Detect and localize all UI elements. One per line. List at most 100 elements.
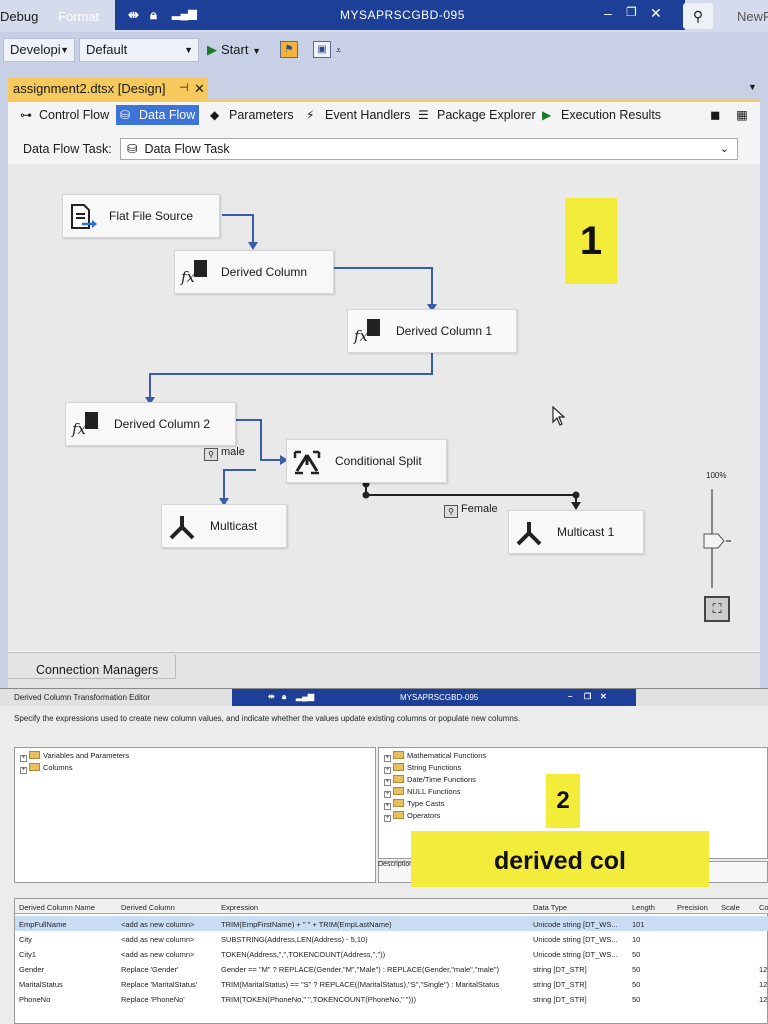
path-handle[interactable] [572, 491, 580, 499]
tree-item-string[interactable]: + String Functions [384, 763, 461, 774]
col-header[interactable]: Data Type [533, 903, 629, 912]
cell-expression[interactable]: SUBSTRING(Address,LEN(Address) - 5,10) [221, 935, 531, 944]
expand-icon[interactable]: + [384, 803, 391, 810]
cell-expression[interactable]: Gender == "M" ? REPLACE(Gender,"M","Male… [221, 965, 531, 974]
menu-format[interactable]: Format [58, 9, 99, 24]
cell-expression[interactable]: TRIM(TOKEN(PhoneNo," ",TOKENCOUNT(PhoneN… [221, 995, 531, 1004]
expand-icon[interactable]: + [384, 815, 391, 822]
multicast-1-node[interactable]: Multicast 1 [508, 510, 644, 554]
platform-combo[interactable]: Default ▼ [79, 38, 199, 62]
col-header[interactable]: Derived Column Name [19, 903, 119, 912]
zoom-slider-thumb[interactable] [703, 533, 725, 549]
cell-datatype[interactable]: Unicode string [DT_WS... [533, 935, 629, 944]
cell-expression[interactable]: TRIM(EmpFirstName) + " " + TRIM(EmpLastN… [221, 920, 531, 929]
col-header[interactable]: Derived Column [121, 903, 219, 912]
cell-derived[interactable]: <add as new column> [121, 935, 219, 944]
expand-icon[interactable]: + [384, 755, 391, 762]
cell-derived[interactable]: <add as new column> [121, 950, 219, 959]
conditional-split-node[interactable]: Conditional Split [286, 439, 447, 483]
table-row[interactable]: EmpFullName <add as new column> TRIM(Emp… [15, 916, 768, 931]
minimize-icon[interactable]: – [604, 5, 612, 21]
multicast-node[interactable]: Multicast [161, 504, 287, 548]
data-flow-canvas[interactable]: Flat File Source fx Derived Column fx De… [8, 164, 760, 651]
close-icon[interactable]: ✕ [650, 5, 662, 22]
path-split-to-multicast[interactable] [223, 469, 256, 498]
restore-icon[interactable]: ❐ [584, 692, 591, 701]
tab-parameters[interactable]: ◆ Parameters [206, 105, 298, 125]
cell-derived[interactable]: Replace 'Gender' [121, 965, 219, 974]
path-derived1-to-derived2[interactable] [149, 350, 433, 397]
path-derived-to-derived1[interactable] [334, 267, 433, 304]
breakpoint-icon[interactable]: ⚑ [280, 41, 298, 58]
cell-datatype[interactable]: string [DT_STR] [533, 965, 629, 974]
col-header[interactable]: Length [632, 903, 672, 912]
expand-icon[interactable]: + [20, 767, 27, 774]
search-icon[interactable]: ⚲ [683, 3, 713, 29]
tab-data-flow[interactable]: ⛁ Data Flow [116, 105, 200, 125]
expand-icon[interactable]: + [384, 791, 391, 798]
cell-length[interactable]: 50 [632, 965, 672, 974]
restore-icon[interactable]: ❐ [626, 5, 637, 19]
table-row[interactable]: Gender Replace 'Gender' Gender == "M" ? … [15, 961, 768, 976]
col-header[interactable]: Co [759, 903, 768, 912]
menu-debug[interactable]: Debug [0, 9, 38, 24]
cell-derived[interactable]: <add as new column> [121, 920, 219, 929]
screen-icon[interactable]: ▣ [313, 41, 331, 58]
cell-length[interactable]: 50 [632, 980, 672, 989]
cell-datatype[interactable]: Unicode string [DT_WS... [533, 950, 629, 959]
tree-item-datetime[interactable]: + Date/Time Functions [384, 775, 476, 786]
cell-length[interactable]: 101 [632, 920, 672, 929]
cell-name[interactable]: MaritalStatus [19, 980, 119, 989]
table-row[interactable]: City <add as new column> SUBSTRING(Addre… [15, 931, 768, 946]
path-source-to-derived[interactable] [222, 214, 254, 242]
derived-column-2-node[interactable]: fx Derived Column 2 [65, 402, 236, 446]
cell-name[interactable]: PhoneNo [19, 995, 119, 1004]
cell-length[interactable]: 50 [632, 995, 672, 1004]
cell-code[interactable]: 12 [759, 980, 768, 989]
grid-icon[interactable]: ▦ [732, 105, 752, 125]
col-header[interactable]: Expression [221, 903, 531, 912]
tab-event-handlers[interactable]: ⚡︎ Event Handlers [302, 105, 414, 125]
path-split-to-multicast1[interactable] [365, 482, 577, 502]
cell-name[interactable]: EmpFullName [19, 920, 119, 929]
cell-name[interactable]: Gender [19, 965, 119, 974]
cell-code[interactable]: 12 [759, 995, 768, 1004]
minimize-icon[interactable]: – [568, 692, 572, 701]
cell-expression[interactable]: TRIM(MaritalStatus) == "S" ? REPLACE((Ma… [221, 980, 531, 989]
variables-columns-tree[interactable]: + Variables and Parameters + Columns [14, 747, 376, 883]
expand-icon[interactable]: + [20, 755, 27, 762]
cell-code[interactable]: 12 [759, 965, 768, 974]
tab-control-flow[interactable]: ⊶ Control Flow [16, 105, 113, 125]
close-tab-icon[interactable]: ✕ [194, 78, 205, 99]
cell-length[interactable]: 50 [632, 950, 672, 959]
path-label-male[interactable]: ⚲ male [204, 446, 245, 461]
document-tab[interactable]: assignment2.dtsx [Design] ⊣ ✕ [8, 78, 208, 99]
task-select[interactable]: ⛁ Data Flow Task ⌄ [120, 138, 738, 160]
cell-length[interactable]: 10 [632, 935, 672, 944]
table-row[interactable]: City1 <add as new column> TOKEN(Address,… [15, 946, 768, 961]
cell-name[interactable]: City [19, 935, 119, 944]
tab-execution-results[interactable]: ▶ Execution Results [538, 105, 665, 125]
cube-icon[interactable]: ◼ [706, 105, 724, 125]
cell-expression[interactable]: TOKEN(Address,",",TOKENCOUNT(Address,","… [221, 950, 531, 959]
tree-item-math[interactable]: + Mathematical Functions [384, 751, 486, 762]
tree-item-operators[interactable]: + Operators [384, 811, 440, 822]
derived-column-1-node[interactable]: fx Derived Column 1 [347, 309, 517, 353]
derived-columns-grid[interactable]: Derived Column Name Derived Column Expre… [14, 898, 768, 1024]
derived-column-node[interactable]: fx Derived Column [174, 250, 334, 294]
config-combo[interactable]: Developi ▼ [3, 38, 75, 62]
overflow-icon[interactable]: ⩡ [336, 45, 341, 56]
cell-datatype[interactable]: string [DT_STR] [533, 995, 629, 1004]
flat-file-source-node[interactable]: Flat File Source [62, 194, 220, 238]
start-button[interactable]: ▶ Start ▼ [207, 42, 261, 58]
cell-name[interactable]: City1 [19, 950, 119, 959]
tree-item-variables[interactable]: + Variables and Parameters [20, 751, 129, 762]
cell-datatype[interactable]: Unicode string [DT_WS... [533, 920, 629, 929]
col-header[interactable]: Scale [721, 903, 755, 912]
expand-icon[interactable]: + [384, 779, 391, 786]
tree-item-null[interactable]: + NULL Functions [384, 787, 461, 798]
table-row[interactable]: MaritalStatus Replace 'MaritalStatus' TR… [15, 976, 768, 991]
path-label-female[interactable]: ⚲ Female [444, 503, 498, 518]
pin-icon[interactable]: ⊣ [179, 78, 189, 99]
table-row[interactable]: PhoneNo Replace 'PhoneNo' TRIM(TOKEN(Pho… [15, 991, 768, 1006]
